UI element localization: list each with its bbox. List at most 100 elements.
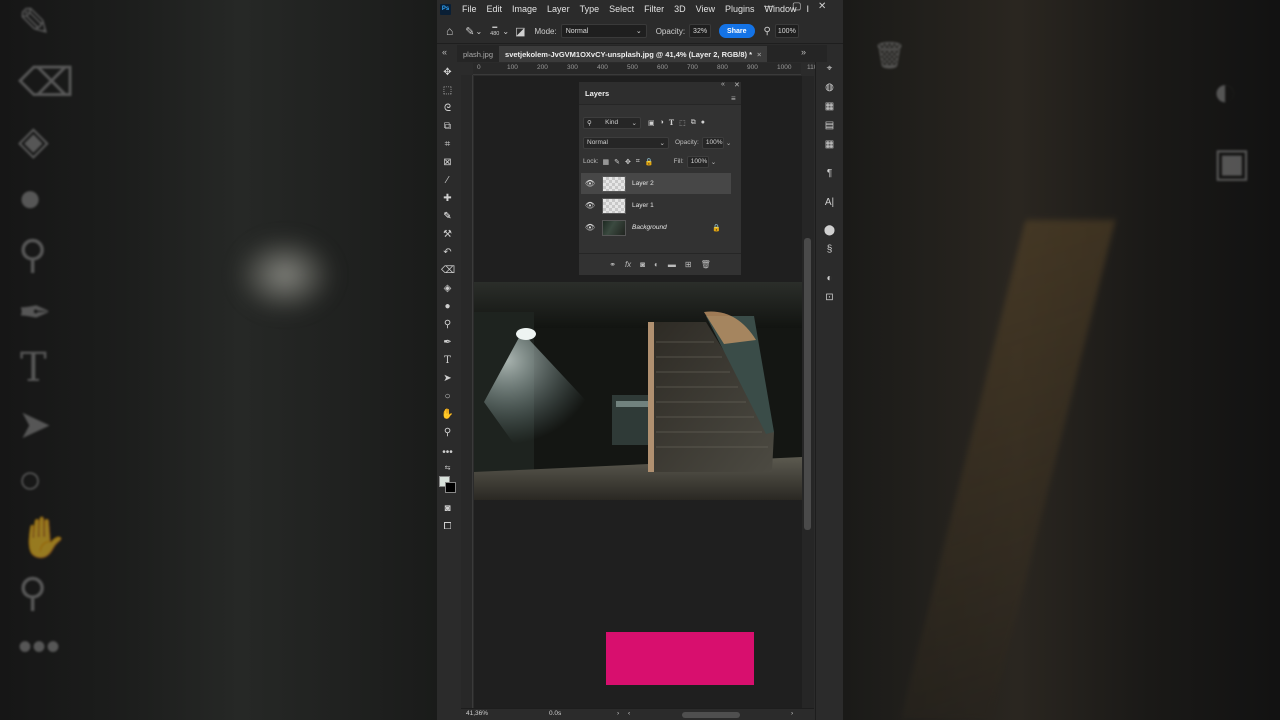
paint-bucket-tool-icon[interactable]: ◈: [441, 282, 454, 295]
filter-type-icon[interactable]: T: [669, 118, 674, 127]
close-tab-icon[interactable]: ×: [757, 50, 761, 59]
scroll-left-icon[interactable]: ‹: [628, 710, 630, 717]
patterns-icon[interactable]: ▦: [823, 138, 836, 151]
search-icon[interactable]: ⚲: [764, 26, 771, 37]
vertical-ruler[interactable]: [461, 75, 473, 710]
horizontal-scroll-thumb[interactable]: [682, 712, 740, 718]
lock-all-icon[interactable]: 🔒: [645, 158, 654, 166]
layer-lock-icon[interactable]: 🔒: [712, 224, 721, 232]
status-expand-icon[interactable]: ›: [617, 710, 619, 717]
lock-transparent-icon[interactable]: ▦: [603, 158, 610, 166]
background-color-swatch[interactable]: [445, 482, 456, 493]
lock-pixels-icon[interactable]: ✎: [614, 158, 620, 166]
menu-file[interactable]: File: [457, 4, 482, 14]
layer-row-background[interactable]: 👁 Background 🔒: [581, 217, 731, 238]
clone-stamp-tool-icon[interactable]: ⚒: [441, 228, 454, 241]
swatches-icon[interactable]: ▦: [823, 100, 836, 113]
object-selection-tool-icon[interactable]: ⧉: [441, 120, 454, 133]
layer-row-layer-1[interactable]: 👁 Layer 1: [581, 195, 731, 216]
chevron-down-icon[interactable]: ⌄: [711, 158, 716, 166]
mode-select[interactable]: Normal ⌄: [560, 24, 647, 38]
lock-position-icon[interactable]: ✥: [625, 158, 631, 166]
menu-help-truncated[interactable]: I: [802, 4, 815, 14]
zoom-level[interactable]: 41,36%: [466, 710, 488, 717]
chevron-down-icon[interactable]: ⌄: [726, 139, 731, 147]
quick-mask-icon[interactable]: ◙: [441, 502, 454, 515]
visibility-eye-icon[interactable]: 👁: [583, 179, 597, 188]
menu-filter[interactable]: Filter: [639, 4, 669, 14]
new-group-icon[interactable]: ▬: [668, 260, 676, 269]
brush-preset-icon[interactable]: ✎: [465, 25, 474, 38]
gradients-icon[interactable]: ▤: [823, 119, 836, 132]
menu-plugins[interactable]: Plugins: [720, 4, 760, 14]
visibility-eye-icon[interactable]: 👁: [583, 201, 597, 210]
collapse-panel-icon[interactable]: «: [721, 81, 725, 88]
libraries-icon[interactable]: §: [823, 243, 836, 256]
frame-tool-icon[interactable]: ⊠: [441, 156, 454, 169]
vertical-scroll-thumb[interactable]: [804, 238, 811, 530]
move-tool-icon[interactable]: ✥: [441, 66, 454, 79]
filter-toggle-icon[interactable]: ●: [701, 119, 705, 126]
brush-size-control[interactable]: ━ 480: [490, 24, 499, 38]
home-icon[interactable]: ⌂: [446, 24, 453, 38]
color-wheel-icon[interactable]: ◍: [823, 81, 836, 94]
ellipse-tool-icon[interactable]: ○: [441, 390, 454, 403]
eraser-tool-icon[interactable]: ⌫: [441, 264, 455, 277]
horizontal-ruler[interactable]: 0 100 200 300 400 500 600 700 800 900 1000 110: [473, 63, 817, 75]
menu-view[interactable]: View: [691, 4, 720, 14]
eyedropper-tool-icon[interactable]: ⁄: [441, 174, 454, 187]
add-mask-icon[interactable]: ◙: [640, 260, 645, 269]
layers-panel[interactable]: Layers « ✕ ≡ ⚲ Kind ⌄ ▣ ◑ T ⬚ ⧉ ● Normal…: [578, 81, 742, 276]
minimize-icon[interactable]: —: [764, 1, 774, 12]
share-button[interactable]: Share: [719, 24, 755, 38]
chevron-down-icon[interactable]: ⌄: [502, 27, 509, 36]
visibility-eye-icon[interactable]: 👁: [583, 223, 597, 232]
channels-icon[interactable]: ⬤: [823, 224, 836, 237]
healing-brush-tool-icon[interactable]: ✚: [441, 192, 454, 205]
hand-tool-icon[interactable]: ✋: [441, 408, 454, 421]
menu-edit[interactable]: Edit: [482, 4, 508, 14]
expand-right-icon[interactable]: »: [801, 47, 806, 57]
brush-settings-icon[interactable]: ◪: [515, 25, 525, 38]
menu-layer[interactable]: Layer: [542, 4, 575, 14]
menu-3d[interactable]: 3D: [669, 4, 691, 14]
crop-tool-icon[interactable]: ⌗: [441, 138, 454, 151]
layer-row-layer-2[interactable]: 👁 Layer 2: [581, 173, 731, 194]
adjustment-layer-icon[interactable]: ◐: [654, 260, 659, 269]
filter-adjustment-icon[interactable]: ◑: [660, 119, 664, 126]
pen-tool-icon[interactable]: ✒: [441, 336, 454, 349]
blur-tool-icon[interactable]: ●: [441, 300, 454, 313]
document-image-underground-stairs[interactable]: [474, 282, 802, 500]
character-icon[interactable]: A|: [823, 196, 836, 209]
filter-shape-icon[interactable]: ⬚: [679, 119, 686, 127]
tab-active-document[interactable]: svetjekolem-JvGVM1OXvCY-unsplash.jpg @ 4…: [499, 46, 768, 62]
layer-effects-icon[interactable]: fx: [625, 260, 631, 269]
scroll-right-icon[interactable]: ›: [791, 710, 793, 717]
filter-smart-object-icon[interactable]: ⧉: [691, 119, 696, 127]
type-tool-icon[interactable]: T: [441, 354, 454, 367]
collapse-left-icon[interactable]: «: [442, 47, 447, 57]
menu-type[interactable]: Type: [575, 4, 605, 14]
paths-icon[interactable]: ⌖: [823, 62, 836, 75]
menu-image[interactable]: Image: [507, 4, 542, 14]
adjustments-icon[interactable]: ◐: [823, 272, 836, 285]
close-window-icon[interactable]: ✕: [818, 1, 826, 12]
lock-artboard-icon[interactable]: ⌗: [636, 158, 640, 166]
panel-menu-icon[interactable]: ≡: [731, 94, 736, 103]
lasso-tool-icon[interactable]: ᘓ: [441, 102, 454, 115]
vertical-scrollbar[interactable]: [802, 76, 814, 708]
layer-opacity-input[interactable]: 100%: [701, 136, 724, 149]
paragraph-icon[interactable]: ¶: [823, 167, 836, 180]
delete-layer-icon[interactable]: 🗑: [701, 260, 711, 269]
more-tools-icon[interactable]: •••: [441, 446, 454, 459]
screen-mode-icon[interactable]: ⧠: [441, 520, 454, 533]
blend-mode-select[interactable]: Normal ⌄: [583, 136, 669, 149]
zoom-input[interactable]: 100%: [774, 24, 799, 38]
opacity-input[interactable]: 32%: [689, 24, 712, 38]
dodge-tool-icon[interactable]: ⚲: [441, 318, 454, 331]
link-layers-icon[interactable]: ⚭: [609, 260, 616, 269]
menu-select[interactable]: Select: [604, 4, 639, 14]
swap-colors-icon[interactable]: ⇆: [441, 462, 454, 475]
fill-input[interactable]: 100%: [686, 155, 709, 168]
marquee-tool-icon[interactable]: ⬚: [441, 84, 454, 97]
